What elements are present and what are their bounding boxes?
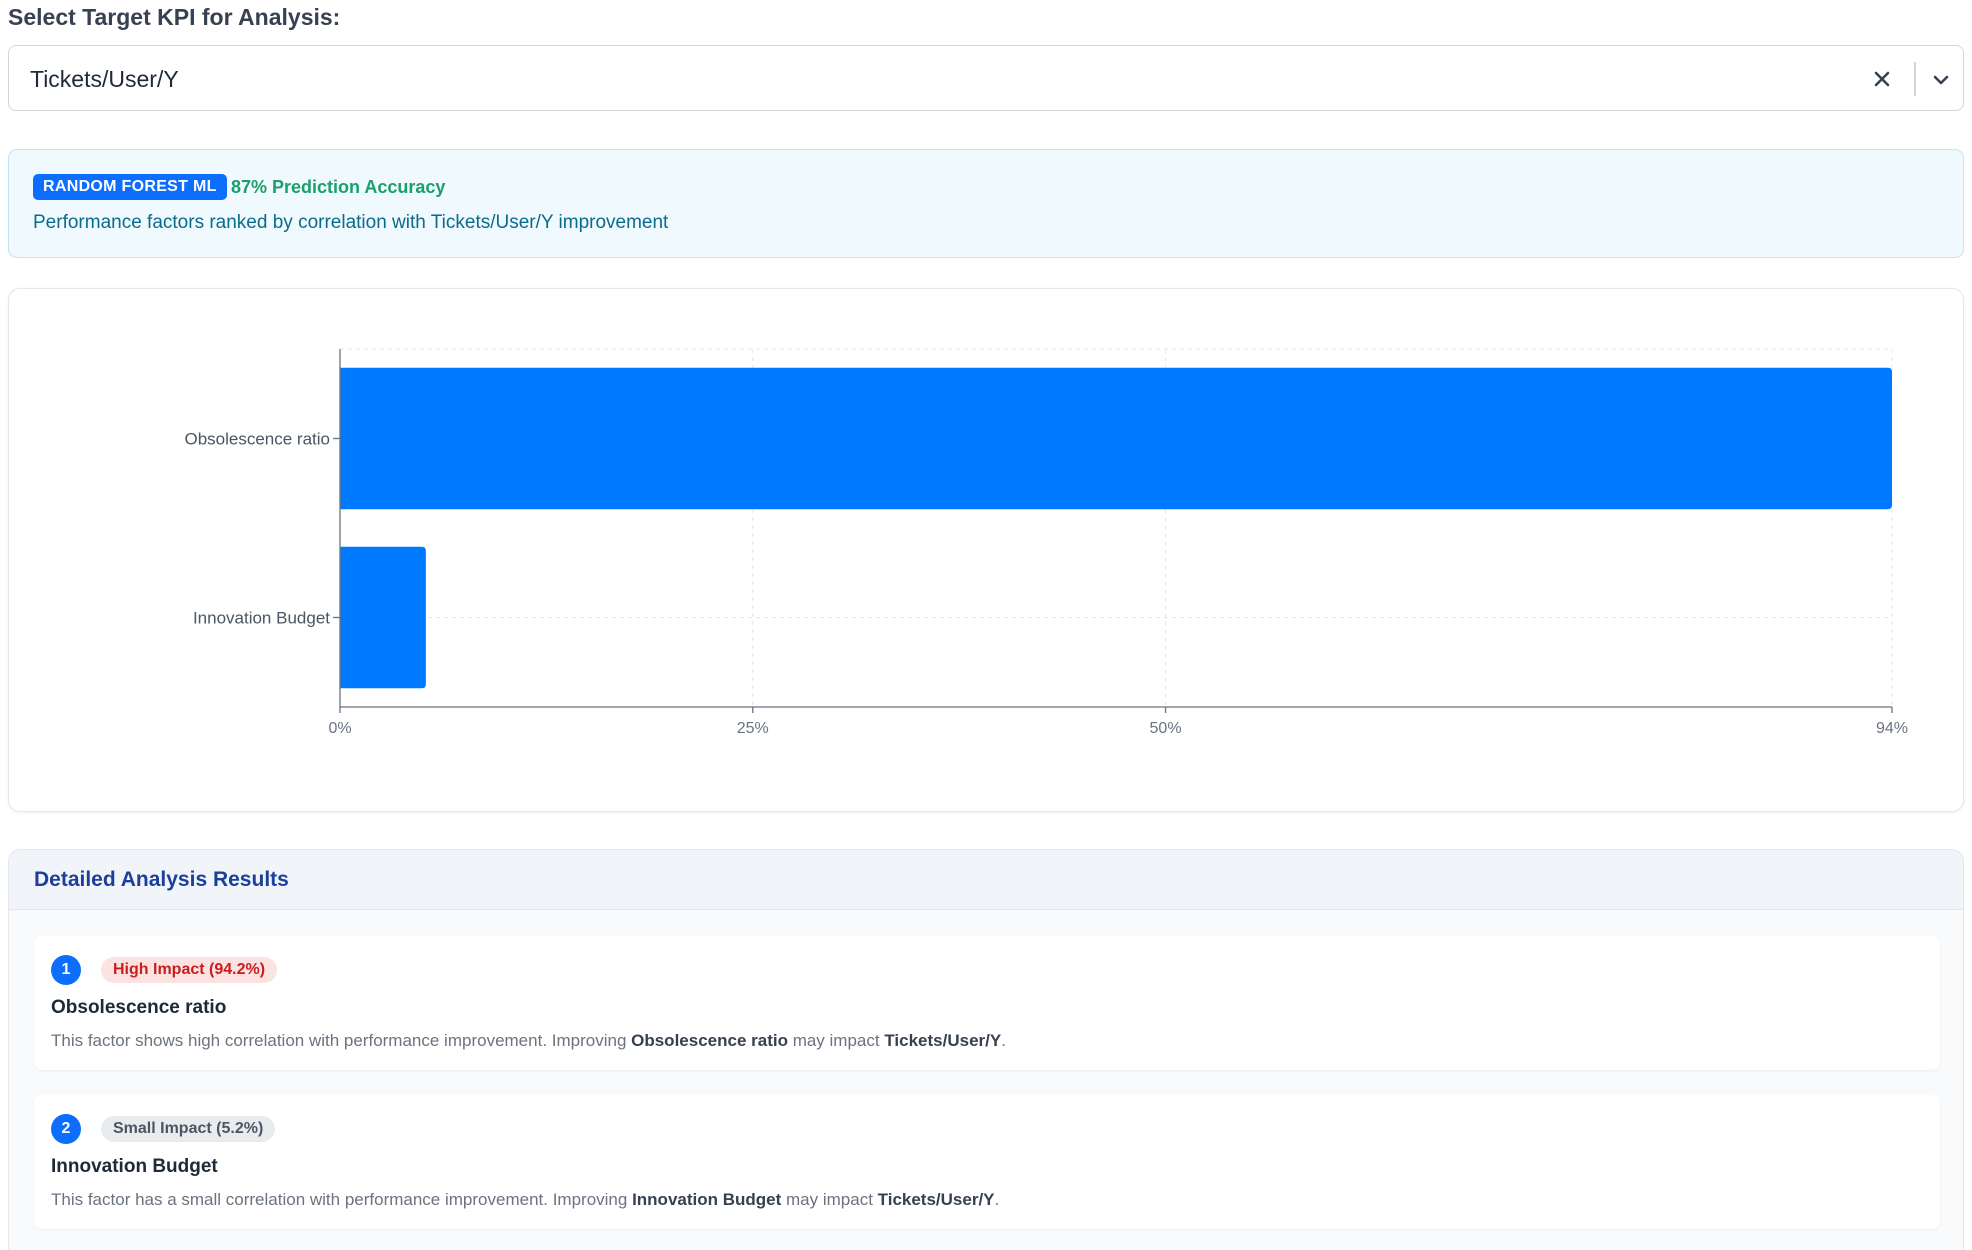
desc-text: . (994, 1190, 1000, 1209)
factor-card: 2 Small Impact (5.2%) Innovation Budget … (34, 1095, 1940, 1229)
chart-bar (340, 367, 1892, 510)
desc-text: This factor shows high correlation with … (51, 1031, 632, 1050)
desc-factor: Innovation Budget (632, 1190, 782, 1209)
desc-factor: Obsolescence ratio (631, 1031, 788, 1050)
detailed-analysis-title: Detailed Analysis Results (34, 868, 289, 891)
impact-badge: Small Impact (5.2%) (101, 1116, 276, 1142)
desc-text: This factor has a small correlation with… (51, 1190, 633, 1209)
factor-description: This factor shows high correlation with … (51, 1028, 1006, 1054)
factor-importance-chart: Obsolescence ratio Innovation Budget 0% 25%… (184, 348, 1908, 737)
close-icon[interactable] (1871, 68, 1893, 90)
y-tick-label: Innovation Budget (193, 609, 330, 628)
y-tick-label: Obsolescence ratio (184, 430, 330, 449)
model-badge: RANDOM FOREST ML (33, 174, 227, 200)
factor-description: This factor has a small correlation with… (51, 1187, 999, 1213)
detailed-analysis-header: Detailed Analysis Results (9, 850, 1963, 910)
desc-text: may impact (787, 1031, 885, 1050)
rank-badge: 1 (51, 955, 81, 985)
detailed-analysis-panel: Detailed Analysis Results 1 High Impact … (8, 849, 1964, 1250)
x-tick-label: 94% (1876, 720, 1908, 737)
x-tick-label: 0% (328, 720, 351, 737)
chevron-down-icon[interactable] (1929, 68, 1953, 92)
chart-bar (340, 546, 426, 689)
kpi-select-label: Select Target KPI for Analysis: (8, 4, 341, 30)
model-description: Performance factors ranked by correlatio… (33, 212, 669, 233)
prediction-accuracy: 87% Prediction Accuracy (231, 177, 446, 197)
model-info-banner: RANDOM FOREST ML 87% Prediction Accuracy… (8, 149, 1964, 258)
page: Select Target KPI for Analysis: Tickets/… (0, 0, 1972, 1250)
impact-badge: High Impact (94.2%) (101, 957, 278, 983)
factor-name: Innovation Budget (51, 1156, 218, 1177)
rank-badge: 2 (51, 1114, 81, 1144)
desc-kpi: Tickets/User/Y (877, 1190, 995, 1209)
factor-card: 1 High Impact (94.2%) Obsolescence ratio… (34, 936, 1940, 1070)
desc-kpi: Tickets/User/Y (884, 1031, 1002, 1050)
kpi-select[interactable]: Tickets/User/Y (8, 45, 1964, 111)
factor-name: Obsolescence ratio (51, 997, 227, 1018)
chart-card: Obsolescence ratio Innovation Budget 0% 25%… (8, 288, 1964, 812)
x-tick-label: 25% (737, 720, 769, 737)
desc-text: . (1001, 1031, 1006, 1050)
kpi-select-value: Tickets/User/Y (30, 66, 179, 92)
select-separator (1914, 62, 1916, 96)
desc-text: may impact (781, 1190, 878, 1209)
x-tick-label: 50% (1150, 720, 1182, 737)
